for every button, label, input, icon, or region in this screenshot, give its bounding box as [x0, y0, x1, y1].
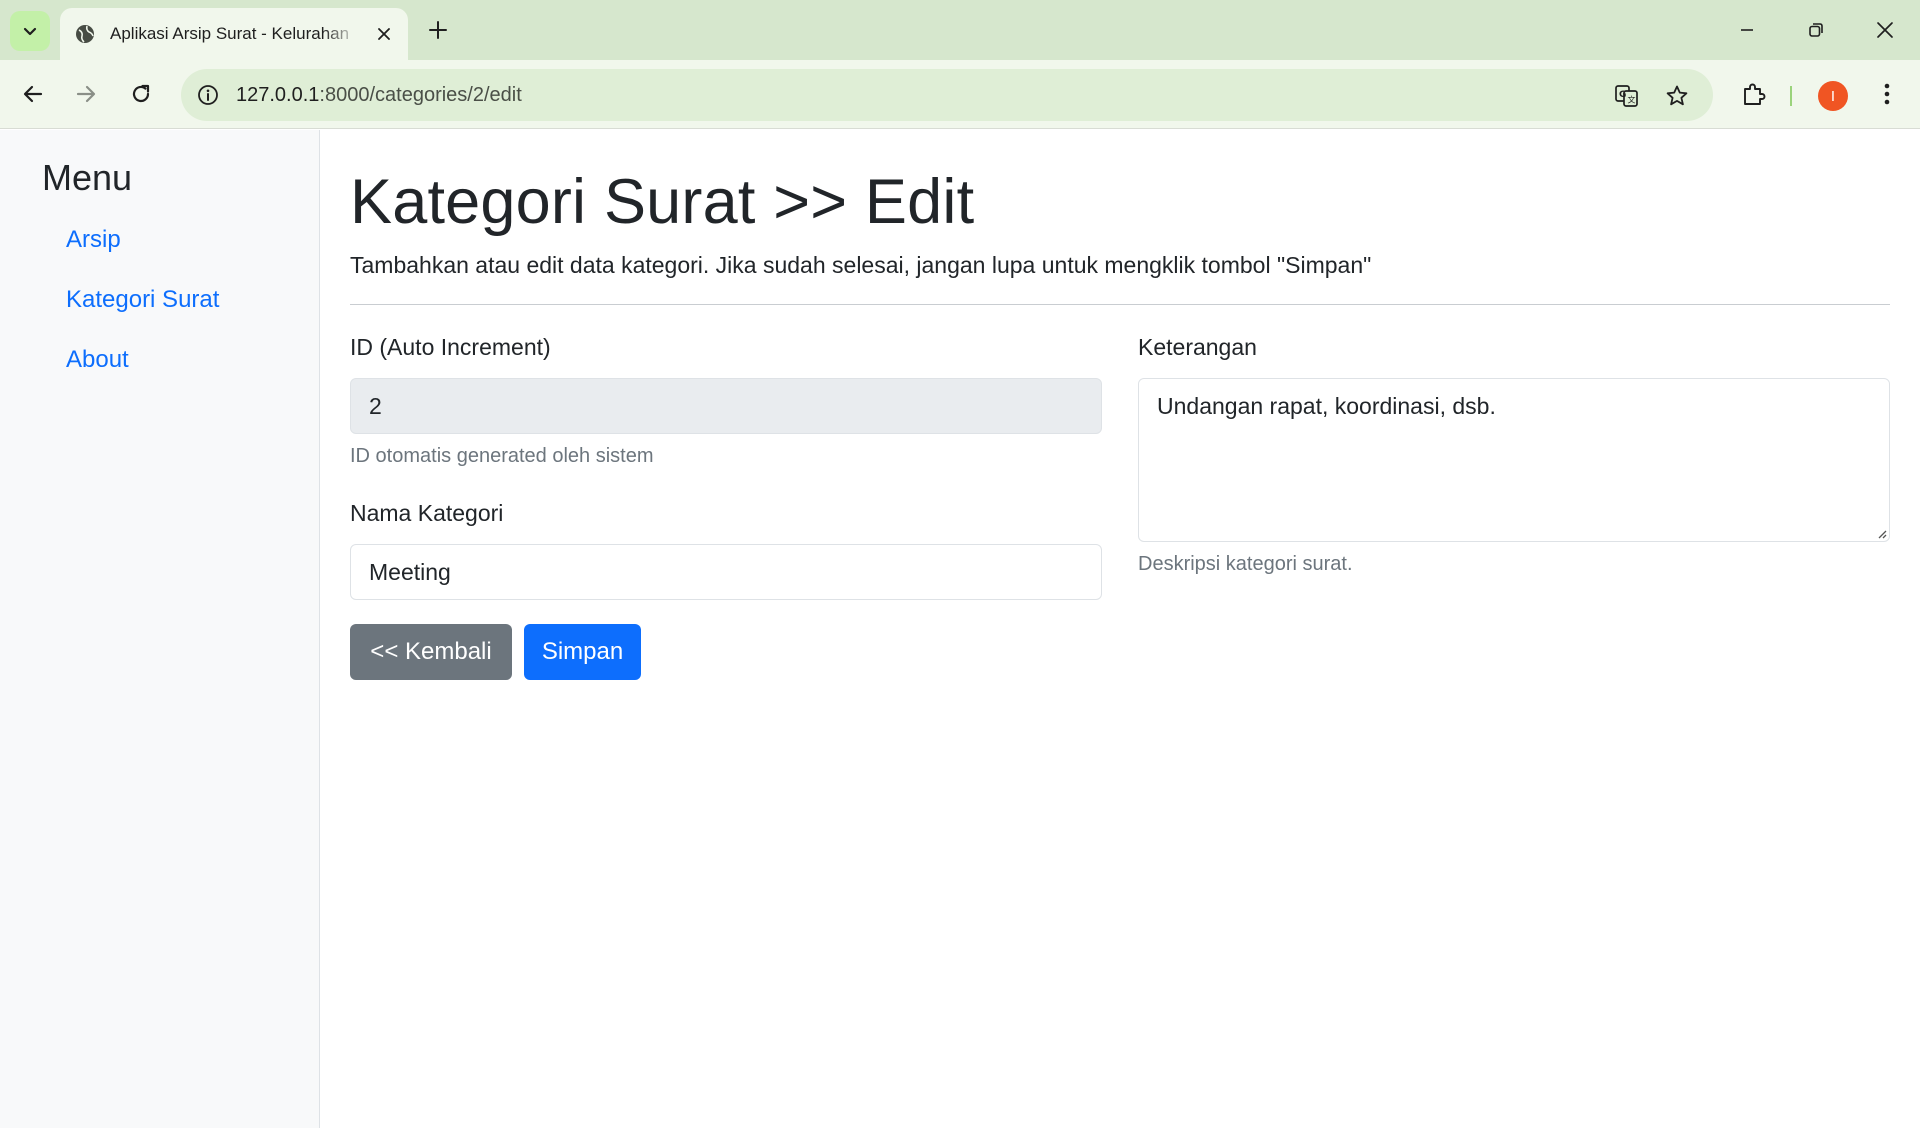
reload-icon: [132, 84, 150, 103]
minimize-button[interactable]: [1723, 10, 1771, 50]
page-description: Tambahkan atau edit data kategori. Jika …: [350, 252, 1372, 278]
new-tab-button[interactable]: [424, 16, 452, 44]
id-field[interactable]: 2: [350, 378, 1102, 434]
toolbar-divider: [1790, 86, 1792, 106]
plus-icon: [429, 21, 447, 39]
close-icon[interactable]: [374, 24, 394, 44]
close-window-icon: [1877, 22, 1893, 38]
page-title: Kategori Surat >> Edit: [350, 167, 975, 237]
category-name-field[interactable]: Meeting: [350, 544, 1102, 600]
description-help-text: Deskripsi kategori surat.: [1138, 553, 1353, 575]
back-arrow-icon: [23, 85, 43, 103]
sidebar-title: Menu: [42, 157, 133, 198]
restore-icon: [1809, 23, 1823, 37]
browser-toolbar: 127.0.0.1:8000/categories/2/edit G文 I: [0, 60, 1920, 129]
id-help-text: ID otomatis generated oleh sistem: [350, 445, 654, 467]
forward-button[interactable]: [68, 76, 104, 112]
save-button[interactable]: Simpan: [524, 624, 641, 680]
sidebar-item-about[interactable]: About: [66, 346, 129, 374]
back-button[interactable]: [15, 76, 51, 112]
url-host: 127.0.0.1: [236, 84, 320, 106]
globe-icon: [74, 23, 96, 45]
svg-text:文: 文: [1628, 95, 1636, 105]
minimize-icon: [1741, 29, 1753, 31]
divider: [350, 304, 1890, 305]
translate-icon[interactable]: G文: [1613, 82, 1641, 110]
id-label: ID (Auto Increment): [350, 334, 551, 360]
description-label: Keterangan: [1138, 334, 1257, 360]
tab-title: Aplikasi Arsip Surat - Kelurahan: [110, 24, 350, 43]
info-icon[interactable]: [195, 82, 221, 108]
svg-text:G: G: [1619, 90, 1626, 100]
close-window-button[interactable]: [1861, 10, 1909, 50]
back-button[interactable]: << Kembali: [350, 624, 512, 680]
address-bar[interactable]: 127.0.0.1:8000/categories/2/edit G文: [181, 69, 1713, 121]
profile-avatar[interactable]: I: [1818, 81, 1848, 111]
browser-titlebar: Aplikasi Arsip Surat - Kelurahan: [0, 0, 1920, 60]
tab-search-button[interactable]: [10, 11, 50, 51]
extensions-icon[interactable]: [1739, 79, 1769, 109]
more-vert-icon[interactable]: [1872, 79, 1902, 109]
url-text[interactable]: 127.0.0.1:8000/categories/2/edit: [236, 84, 522, 107]
description-value: Undangan rapat, koordinasi, dsb.: [1157, 393, 1496, 419]
url-path: :8000/categories/2/edit: [319, 84, 522, 106]
resize-handle-icon[interactable]: [1875, 527, 1887, 539]
description-textarea[interactable]: Undangan rapat, koordinasi, dsb.: [1138, 378, 1890, 542]
forward-arrow-icon: [76, 85, 96, 103]
browser-tab-active[interactable]: Aplikasi Arsip Surat - Kelurahan: [60, 8, 408, 60]
category-name-label: Nama Kategori: [350, 500, 504, 526]
restore-button[interactable]: [1792, 10, 1840, 50]
tab-search-icon: [23, 27, 37, 36]
star-icon[interactable]: [1663, 82, 1691, 110]
sidebar: Menu Arsip Kategori Surat About: [0, 130, 320, 1128]
sidebar-item-arsip[interactable]: Arsip: [66, 226, 121, 254]
reload-button[interactable]: [123, 76, 159, 112]
sidebar-item-kategori-surat[interactable]: Kategori Surat: [66, 286, 219, 314]
